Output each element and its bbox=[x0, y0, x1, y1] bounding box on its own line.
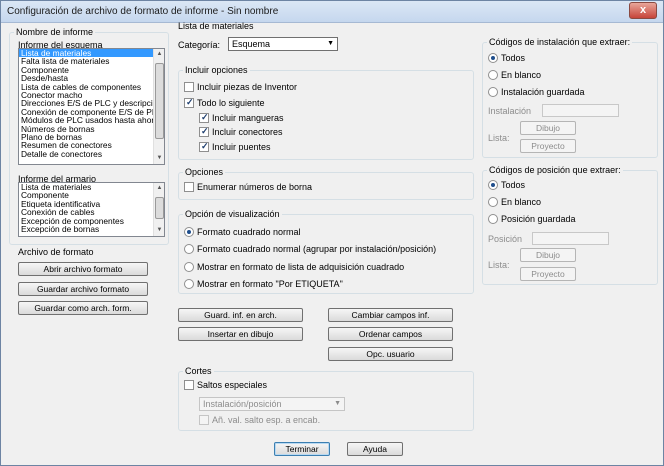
panel-report-list[interactable]: Lista de materiales Componente Etiqueta id… bbox=[18, 182, 165, 237]
panel-list-scrollbar[interactable]: ▲ ▼ bbox=[153, 183, 164, 236]
insert-in-drawing-button[interactable]: Insertar en dibujo bbox=[178, 327, 303, 341]
enumerate-terminals-label: Enumerar números de borna bbox=[197, 182, 313, 192]
normal-grid-radio[interactable] bbox=[184, 227, 194, 237]
location-field-label: Posición bbox=[488, 234, 523, 244]
add-break-value-label: Añ. val. salto esp. a encab. bbox=[212, 415, 321, 425]
installation-blank-label: En blanco bbox=[501, 70, 542, 80]
enumerate-terminals-checkbox[interactable] bbox=[184, 182, 194, 192]
scroll-thumb[interactable] bbox=[155, 63, 164, 139]
location-list-label: Lista: bbox=[488, 260, 510, 270]
change-fields-button[interactable]: Cambiar campos inf. bbox=[328, 308, 453, 322]
installation-field-label: Instalación bbox=[488, 106, 532, 116]
by-tag-label: Mostrar en formato "Por ETIQUETA" bbox=[197, 279, 343, 289]
category-label: Categoría: bbox=[178, 40, 221, 50]
purchase-list-radio[interactable] bbox=[184, 262, 194, 272]
add-break-value-checkbox[interactable] bbox=[199, 415, 209, 425]
include-inventor-label: Incluir piezas de Inventor bbox=[197, 82, 298, 92]
save-format-file-button[interactable]: Guardar archivo formato bbox=[18, 282, 148, 296]
window-title: Configuración de archivo de formato de i… bbox=[7, 6, 279, 17]
format-file-label: Archivo de formato bbox=[18, 247, 94, 257]
open-format-file-button[interactable]: Abrir archivo formato bbox=[18, 262, 148, 276]
location-project-button[interactable]: Proyecto bbox=[520, 267, 576, 281]
normal-grid-grouped-label: Formato cuadrado normal (agrupar por ins… bbox=[197, 244, 437, 254]
category-value: Esquema bbox=[232, 39, 271, 49]
help-button[interactable]: Ayuda bbox=[347, 442, 403, 456]
include-options-legend: Incluir opciones bbox=[185, 65, 248, 75]
installation-codes-legend: Códigos de instalación que extraer: bbox=[489, 37, 631, 47]
report-name-legend: Nombre de informe bbox=[16, 27, 94, 37]
location-drawing-button[interactable]: Dibujo bbox=[520, 248, 576, 262]
installation-blank-radio[interactable] bbox=[488, 70, 498, 80]
installation-saved-radio[interactable] bbox=[488, 87, 498, 97]
installation-drawing-button[interactable]: Dibujo bbox=[520, 121, 576, 135]
include-inventor-checkbox[interactable] bbox=[184, 82, 194, 92]
special-breaks-checkbox[interactable] bbox=[184, 380, 194, 390]
schematic-report-list[interactable]: Lista de materiales Falta lista de materi… bbox=[18, 48, 165, 165]
include-bridges-label: Incluir puentes bbox=[212, 142, 271, 152]
title-bar: Configuración de archivo de formato de i… bbox=[1, 1, 663, 23]
scroll-thumb[interactable] bbox=[155, 197, 164, 219]
location-blank-label: En blanco bbox=[501, 197, 542, 207]
location-blank-radio[interactable] bbox=[488, 197, 498, 207]
scroll-up-icon[interactable]: ▲ bbox=[155, 50, 164, 59]
sort-fields-button[interactable]: Ordenar campos bbox=[328, 327, 453, 341]
save-as-format-file-button[interactable]: Guardar como arch. form. bbox=[18, 301, 148, 315]
installation-list-label: Lista: bbox=[488, 133, 510, 143]
close-button[interactable]: x bbox=[629, 2, 657, 19]
bom-group-label: Lista de materiales bbox=[178, 21, 254, 31]
by-tag-radio[interactable] bbox=[184, 279, 194, 289]
list-item[interactable]: Excepción de bornas bbox=[19, 225, 164, 234]
list-item[interactable]: Detalle de conectores bbox=[19, 149, 164, 158]
user-option-button[interactable]: Opc. usuario bbox=[328, 347, 453, 361]
finish-button[interactable]: Terminar bbox=[274, 442, 330, 456]
breaks-legend: Cortes bbox=[185, 366, 212, 376]
schematic-list-scrollbar[interactable]: ▲ ▼ bbox=[153, 49, 164, 164]
all-following-checkbox[interactable] bbox=[184, 97, 194, 108]
location-saved-label: Posición guardada bbox=[501, 214, 576, 224]
dropdown-arrow-icon: ▼ bbox=[334, 400, 341, 407]
include-hoses-checkbox[interactable] bbox=[199, 112, 209, 123]
installation-saved-label: Instalación guardada bbox=[501, 87, 585, 97]
include-connectors-checkbox[interactable] bbox=[199, 126, 209, 137]
all-following-label: Todo lo siguiente bbox=[197, 98, 265, 108]
installation-all-label: Todos bbox=[501, 53, 526, 63]
location-saved-radio[interactable] bbox=[488, 214, 498, 224]
dialog-window: Configuración de archivo de formato de i… bbox=[0, 0, 664, 466]
normal-grid-label: Formato cuadrado normal bbox=[197, 227, 301, 237]
scroll-up-icon[interactable]: ▲ bbox=[155, 184, 164, 193]
location-field[interactable] bbox=[532, 232, 609, 245]
installation-field[interactable] bbox=[542, 104, 619, 117]
scroll-down-icon[interactable]: ▼ bbox=[155, 154, 164, 163]
scroll-down-icon[interactable]: ▼ bbox=[155, 226, 164, 235]
installation-project-button[interactable]: Proyecto bbox=[520, 139, 576, 153]
dropdown-arrow-icon: ▼ bbox=[327, 40, 334, 47]
location-all-label: Todos bbox=[501, 180, 526, 190]
installation-all-radio[interactable] bbox=[488, 53, 498, 63]
break-type-value: Instalación/posición bbox=[203, 399, 282, 409]
location-all-radio[interactable] bbox=[488, 180, 498, 190]
dialog-content: Nombre de informe Informe del esquema Li… bbox=[6, 21, 658, 462]
include-hoses-label: Incluir mangueras bbox=[212, 113, 284, 123]
special-breaks-label: Saltos especiales bbox=[197, 380, 268, 390]
location-codes-legend: Códigos de posición que extraer: bbox=[489, 165, 621, 175]
options-legend: Opciones bbox=[185, 167, 224, 177]
purchase-list-label: Mostrar en formato de lista de adquisici… bbox=[197, 262, 405, 272]
include-connectors-label: Incluir conectores bbox=[212, 127, 283, 137]
category-select[interactable]: Esquema ▼ bbox=[228, 37, 338, 51]
save-report-to-file-button[interactable]: Guard. inf. en arch. bbox=[178, 308, 303, 322]
display-option-legend: Opción de visualización bbox=[185, 209, 280, 219]
include-bridges-checkbox[interactable] bbox=[199, 141, 209, 152]
normal-grid-grouped-radio[interactable] bbox=[184, 244, 194, 254]
break-type-select[interactable]: Instalación/posición ▼ bbox=[199, 397, 345, 411]
